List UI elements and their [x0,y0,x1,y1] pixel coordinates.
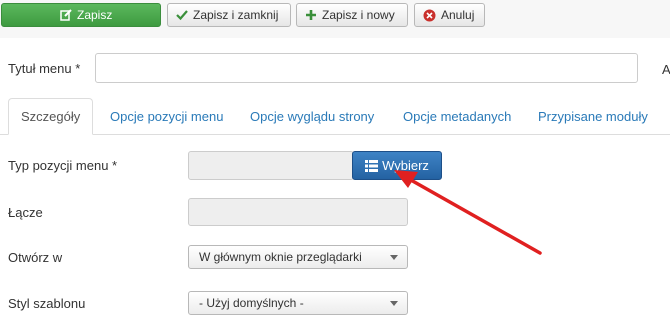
tab-details[interactable]: Szczegóły [8,98,94,135]
open-in-select[interactable]: W głównym oknie przeglądarki [188,245,408,269]
tab-label: Opcje pozycji menu [110,108,224,124]
tab-label: Opcje metadanych [403,108,512,124]
tab-label: Przypisane moduły [538,108,648,124]
save-and-new-button[interactable]: Zapisz i nowy [296,3,408,27]
save-and-close-label: Zapisz i zamknij [193,8,279,22]
link-field [188,198,408,226]
tab-metadata-options[interactable]: Opcje metadanych [403,98,511,134]
list-icon [365,159,379,172]
chevron-down-icon [390,301,398,306]
tab-menu-item-options[interactable]: Opcje pozycji menu [110,98,223,134]
cancel-label: Anuluj [441,8,475,22]
link-label: Łącze [8,205,43,220]
template-style-value: - Użyj domyślnych - [199,296,304,310]
choose-button[interactable]: Wybierz [352,151,442,180]
choose-label: Wybierz [382,158,429,173]
tab-page-display-options[interactable]: Opcje wyglądu strony [250,98,374,134]
menu-item-type-field [188,151,354,180]
open-in-label: Otwórz w [8,250,63,265]
open-in-value: W głównym oknie przeglądarki [199,250,362,264]
tab-module-assignment[interactable]: Przypisane moduły [538,98,648,134]
template-style-select[interactable]: - Użyj domyślnych - [188,291,408,315]
save-label: Zapisz [77,8,113,22]
title-label: Tytuł menu * [8,61,81,76]
menu-item-type-label: Typ pozycji menu * [8,158,118,173]
tab-bar: Szczegóły Opcje pozycji menu Opcje wyglą… [0,98,670,135]
chevron-down-icon [390,255,398,260]
toolbar: Zapisz Zapisz i zamknij Zapisz i nowy An… [0,0,670,38]
tab-label: Opcje wyglądu strony [250,108,375,124]
check-icon [176,9,188,21]
alias-label-cut: A [662,62,670,77]
tab-label: Szczegóły [21,109,81,124]
template-style-label: Styl szablonu [8,296,86,311]
cancel-button[interactable]: Anuluj [414,3,485,27]
title-input[interactable] [95,53,638,83]
save-and-new-label: Zapisz i nowy [322,8,395,22]
save-and-close-button[interactable]: Zapisz i zamknij [167,3,291,27]
close-circle-icon [423,9,436,22]
edit-icon [60,9,72,21]
plus-icon [305,9,317,21]
save-button[interactable]: Zapisz [1,3,161,27]
